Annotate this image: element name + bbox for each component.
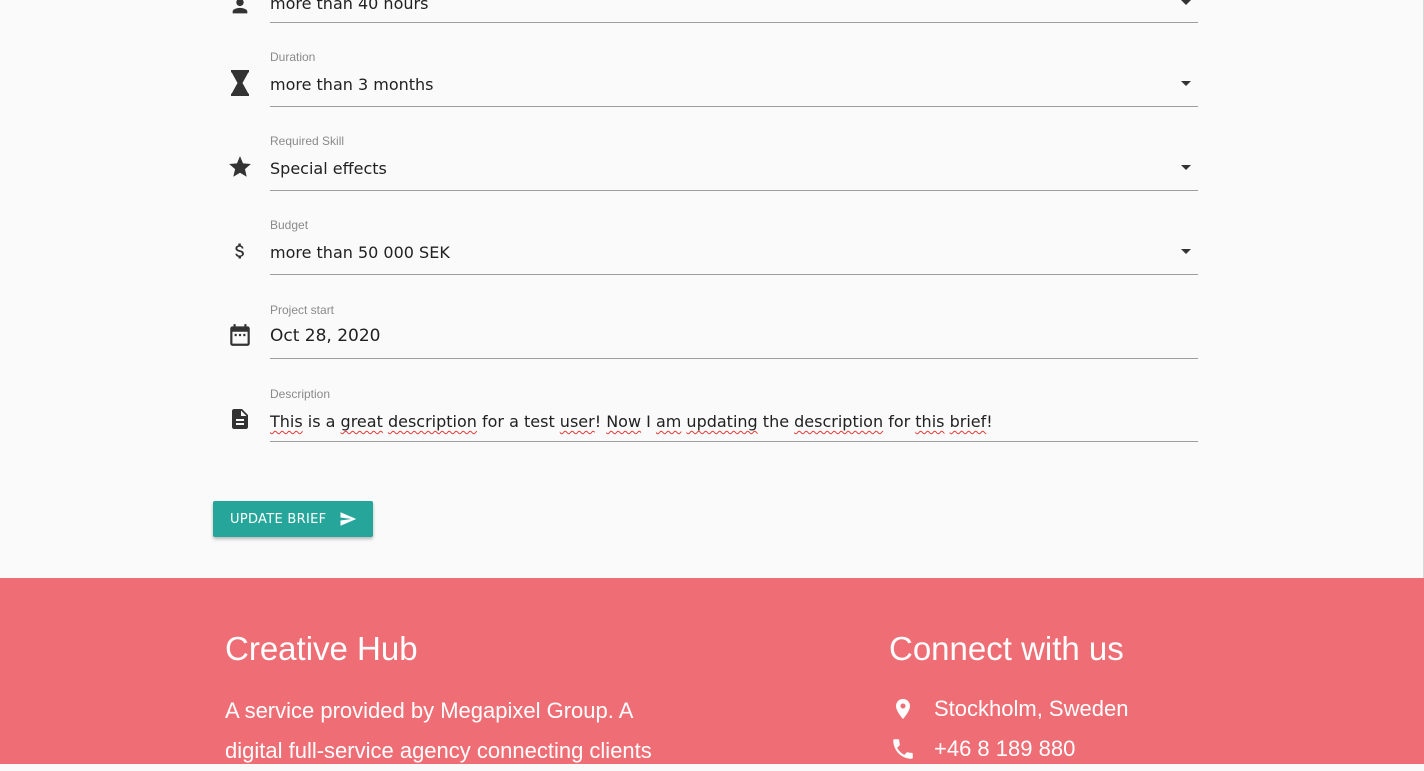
- footer-title: Creative Hub: [225, 630, 418, 667]
- document-icon: [226, 405, 254, 433]
- project-start-value: Oct 28, 2020: [270, 326, 381, 346]
- send-icon: [340, 512, 357, 526]
- description-field[interactable]: Description This is a great description …: [226, 386, 1198, 470]
- skill-value: Special effects: [270, 159, 387, 178]
- description-word: brief: [949, 412, 987, 431]
- description-word: for: [883, 412, 916, 431]
- project-start-label: Project start: [270, 303, 335, 317]
- duration-field[interactable]: Duration more than 3 months: [226, 49, 1198, 133]
- budget-label: Budget: [270, 218, 309, 232]
- description-word: This: [270, 412, 303, 431]
- hourglass-icon: [226, 69, 254, 97]
- chevron-down-icon[interactable]: [1181, 81, 1191, 86]
- calendar-icon: [226, 321, 254, 349]
- description-textarea[interactable]: This is a great description for a test u…: [270, 412, 993, 431]
- hours-underline: [270, 22, 1198, 23]
- description-word: I: [641, 412, 656, 431]
- footer-phone[interactable]: +46 8 189 880: [889, 734, 1075, 764]
- connect-title: Connect with us: [889, 630, 1124, 667]
- chevron-down-icon[interactable]: [1181, 249, 1191, 254]
- person-icon: [226, 0, 254, 20]
- budget-underline: [270, 274, 1198, 275]
- project-start-field[interactable]: Project start Oct 28, 2020: [226, 302, 1198, 386]
- map-pin-icon: [889, 695, 917, 723]
- description-word: Now: [606, 412, 642, 431]
- description-word: am: [655, 412, 682, 431]
- duration-label: Duration: [270, 50, 316, 64]
- footer: Creative Hub A service provided by Megap…: [0, 578, 1424, 764]
- project-start-underline: [270, 358, 1198, 359]
- footer-location: Stockholm, Sweden: [889, 694, 1128, 724]
- hours-value: more than 40 hours: [270, 0, 429, 13]
- description-word: the: [757, 412, 795, 431]
- phone-icon: [889, 735, 917, 763]
- chevron-down-icon[interactable]: [1181, 0, 1191, 5]
- skill-label: Required Skill: [270, 134, 345, 148]
- description-word: !: [594, 412, 607, 431]
- description-word: is a: [302, 412, 341, 431]
- budget-field[interactable]: Budget more than 50 000 SEK: [226, 217, 1198, 301]
- duration-underline: [270, 106, 1198, 107]
- description-word: for a test: [476, 412, 560, 431]
- footer-description: A service provided by Megapixel Group. A…: [225, 691, 685, 771]
- star-icon: [226, 153, 254, 181]
- description-word: description: [794, 412, 884, 431]
- description-word: !: [986, 412, 993, 431]
- description-underline: [270, 441, 1198, 442]
- footer-description-line: A service provided by Megapixel Group. A: [225, 698, 634, 723]
- update-brief-button[interactable]: UPDATE BRIEF: [213, 501, 373, 537]
- skill-field[interactable]: Required Skill Special effects: [226, 133, 1198, 217]
- dollar-icon: [226, 237, 254, 265]
- duration-value: more than 3 months: [270, 75, 434, 94]
- description-word: description: [387, 412, 477, 431]
- budget-value: more than 50 000 SEK: [270, 243, 450, 262]
- description-label: Description: [270, 387, 331, 401]
- description-word: this: [915, 412, 945, 431]
- description-word: great: [340, 412, 383, 431]
- skill-underline: [270, 190, 1198, 191]
- description-word: updating: [686, 412, 758, 431]
- footer-phone-text: +46 8 189 880: [934, 736, 1076, 761]
- description-word: user: [559, 412, 595, 431]
- chevron-down-icon[interactable]: [1181, 165, 1191, 170]
- footer-description-line: digital full-service agency connecting c…: [225, 738, 652, 763]
- update-brief-label: UPDATE BRIEF: [230, 511, 327, 527]
- hours-field[interactable]: more than 40 hours: [226, 0, 1198, 23]
- footer-location-text: Stockholm, Sweden: [934, 696, 1129, 721]
